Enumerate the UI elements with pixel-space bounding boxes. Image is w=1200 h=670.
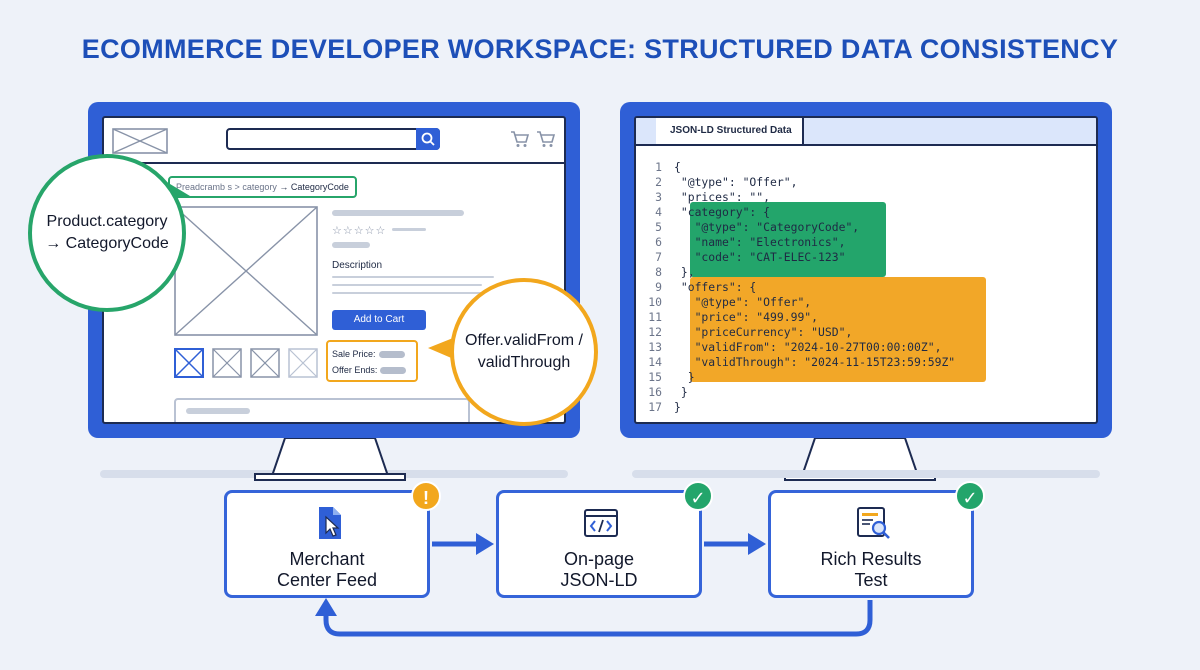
arrow-rich-back-to-merchant [315, 598, 873, 637]
arrow-merchant-to-jsonld [432, 533, 494, 555]
flow-arrows [315, 533, 873, 637]
arrow-jsonld-to-rich [704, 533, 766, 555]
